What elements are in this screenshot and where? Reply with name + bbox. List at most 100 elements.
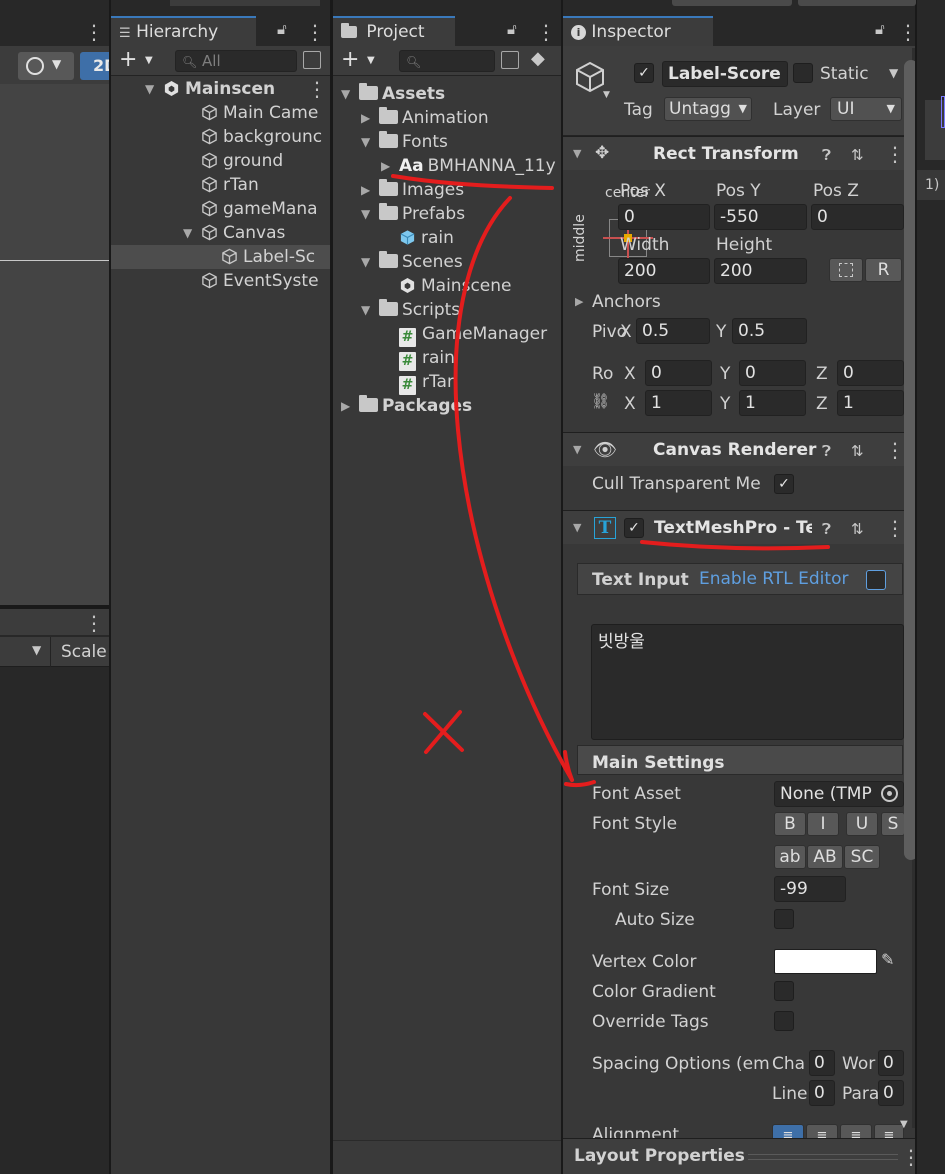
create-chevron-down-icon[interactable]: ▼ <box>145 55 153 66</box>
game-kebab-icon[interactable]: ⋮ <box>84 613 104 633</box>
tmp-presets-icon[interactable]: ⇅ <box>851 520 864 538</box>
project-item[interactable]: ▶ Images <box>333 178 561 202</box>
main-settings-section[interactable]: Main Settings <box>577 745 903 775</box>
align-right-icon[interactable]: ≡ <box>840 1124 872 1138</box>
static-checkbox[interactable] <box>793 63 813 83</box>
project-search-options-icon[interactable] <box>501 51 519 69</box>
tab-inspector[interactable]: i Inspector <box>563 16 713 46</box>
canvas-renderer-kebab-icon[interactable]: ⋮ <box>885 440 905 460</box>
case-smallcaps-button[interactable]: SC <box>844 845 880 869</box>
pos-x-field[interactable]: 0 <box>618 204 710 230</box>
rect-transform-header[interactable]: ▼ ✥ Rect Transform ❓︎ ⇅ ⋮ <box>563 136 915 170</box>
project-item[interactable]: ▼ Assets <box>333 82 561 106</box>
pivot-x-field[interactable]: 0.5 <box>636 318 710 344</box>
foldout-arrow-icon[interactable]: ▼ <box>361 250 375 274</box>
search-options-icon[interactable] <box>303 51 321 69</box>
icon-dropdown-chevron-icon[interactable]: ▼ <box>603 90 610 100</box>
hierarchy-item[interactable]: gameMana <box>111 197 330 221</box>
hierarchy-kebab-icon[interactable]: ⋮ <box>305 22 325 42</box>
enable-rtl-link[interactable]: Enable RTL Editor <box>699 568 848 590</box>
tmp-kebab-icon[interactable]: ⋮ <box>885 518 905 538</box>
rot-z-field[interactable]: 0 <box>837 360 904 386</box>
font-style-underline-button[interactable]: U <box>846 812 878 836</box>
align-left-icon[interactable]: ≡ <box>772 1124 804 1138</box>
line-spacing-field[interactable]: 0 <box>809 1080 835 1106</box>
object-picker-icon[interactable] <box>881 785 898 802</box>
help-icon[interactable]: ❓︎ <box>822 146 831 164</box>
foldout-arrow-icon[interactable]: ▼ <box>573 147 581 160</box>
project-item[interactable]: # rTan <box>333 370 561 395</box>
foldout-arrow-icon[interactable]: ▼ <box>361 298 375 322</box>
foldout-arrow-icon[interactable]: ▶ <box>381 154 395 178</box>
anchors-label[interactable]: Anchors <box>592 291 661 313</box>
hierarchy-item[interactable]: rTan <box>111 173 330 197</box>
lock-icon[interactable]: 🔓︎ <box>277 20 287 38</box>
height-field[interactable]: 200 <box>714 258 807 284</box>
textmeshpro-header[interactable]: ▼ T ✓ TextMeshPro - Te ❓︎ ⇅ ⋮ <box>563 510 915 544</box>
raw-edit-button[interactable]: R <box>865 258 902 282</box>
layer-dropdown[interactable]: UI ▼ <box>830 97 902 121</box>
project-item[interactable]: # rain <box>333 346 561 371</box>
font-style-bold-button[interactable]: B <box>774 812 806 836</box>
font-style-strike-button[interactable]: S <box>881 812 905 836</box>
scale-z-field[interactable]: 1 <box>837 390 904 416</box>
word-spacing-field[interactable]: 0 <box>878 1050 904 1076</box>
filter-by-type-icon[interactable]: ◆ <box>531 48 545 69</box>
foldout-arrow-icon[interactable]: ▼ <box>341 82 355 106</box>
rot-y-field[interactable]: 0 <box>739 360 806 386</box>
case-upper-button[interactable]: AB <box>807 845 843 869</box>
constrain-proportions-icon[interactable]: ⛓︎ <box>591 392 610 410</box>
project-item[interactable]: ▼ Fonts <box>333 130 561 154</box>
eyedropper-icon[interactable]: ✎ <box>881 950 894 969</box>
hierarchy-item[interactable]: ▼ Mainscen ⋮ <box>111 77 330 101</box>
project-item[interactable]: rain <box>333 226 561 250</box>
char-spacing-field[interactable]: 0 <box>809 1050 835 1076</box>
scale-y-field[interactable]: 1 <box>739 390 806 416</box>
case-lower-button[interactable]: ab <box>774 845 806 869</box>
blueprint-mode-button[interactable] <box>829 258 863 282</box>
2d-toggle-button[interactable]: 2D <box>80 52 109 80</box>
text-input-area[interactable]: 빗방울 <box>591 624 904 740</box>
vertex-color-swatch[interactable] <box>774 949 877 974</box>
game-dropdown-arrow-icon[interactable]: ▼ <box>32 643 41 657</box>
tab-hierarchy[interactable]: ☰ Hierarchy <box>111 16 256 46</box>
paragraph-spacing-field[interactable]: 0 <box>878 1080 904 1106</box>
font-style-italic-button[interactable]: I <box>807 812 839 836</box>
pos-y-field[interactable]: -550 <box>714 204 807 230</box>
color-gradient-checkbox[interactable] <box>774 981 794 1001</box>
pos-z-field[interactable]: 0 <box>811 204 904 230</box>
project-search-input[interactable]: 🔍︎ <box>399 50 495 72</box>
active-checkbox[interactable]: ✓ <box>634 63 654 83</box>
foldout-arrow-icon[interactable]: ▶ <box>361 178 375 202</box>
layout-properties-bar[interactable]: Layout Properties ⋮ <box>563 1138 915 1174</box>
hierarchy-item[interactable]: EventSyste <box>111 269 330 293</box>
anchors-foldout-arrow-icon[interactable]: ▶ <box>575 295 583 308</box>
tag-dropdown[interactable]: Untagg ▼ <box>664 97 752 121</box>
tmp-foldout-icon[interactable]: ▼ <box>573 521 581 534</box>
inspector-scrollbar-thumb[interactable] <box>904 60 915 860</box>
project-create-chevron-down-icon[interactable]: ▼ <box>367 55 375 66</box>
project-item[interactable]: # GameManager <box>333 322 561 347</box>
project-item[interactable]: ▼ Scripts <box>333 298 561 322</box>
rtl-checkbox[interactable] <box>866 570 886 590</box>
canvas-renderer-help-icon[interactable]: ❓︎ <box>822 442 831 460</box>
hierarchy-item[interactable]: backgrounc <box>111 125 330 149</box>
inspector-lock-icon[interactable]: 🔓︎ <box>875 20 885 38</box>
scene-kebab-icon[interactable]: ⋮ <box>307 79 327 99</box>
pivot-y-field[interactable]: 0.5 <box>732 318 807 344</box>
presets-icon[interactable]: ⇅ <box>851 146 864 164</box>
align-center-icon[interactable]: ≡ <box>806 1124 838 1138</box>
foldout-arrow-icon[interactable]: ▼ <box>361 130 375 154</box>
hierarchy-item[interactable]: Main Came <box>111 101 330 125</box>
cull-transparent-checkbox[interactable]: ✓ <box>774 474 794 494</box>
project-item[interactable]: ▼ Scenes <box>333 250 561 274</box>
scroll-down-arrow-icon[interactable]: ▼ <box>900 1119 908 1130</box>
scale-x-field[interactable]: 1 <box>645 390 712 416</box>
foldout-arrow-icon[interactable]: ▶ <box>341 394 355 418</box>
scene-gizmo-dropdown[interactable]: ▼ <box>18 52 74 80</box>
inspector-kebab-icon[interactable]: ⋮ <box>898 22 915 42</box>
object-name-field[interactable]: Label-Score <box>662 61 788 87</box>
canvas-renderer-foldout-icon[interactable]: ▼ <box>573 443 581 456</box>
tmp-enabled-checkbox[interactable]: ✓ <box>624 518 644 538</box>
project-item[interactable]: ▼ Prefabs <box>333 202 561 226</box>
